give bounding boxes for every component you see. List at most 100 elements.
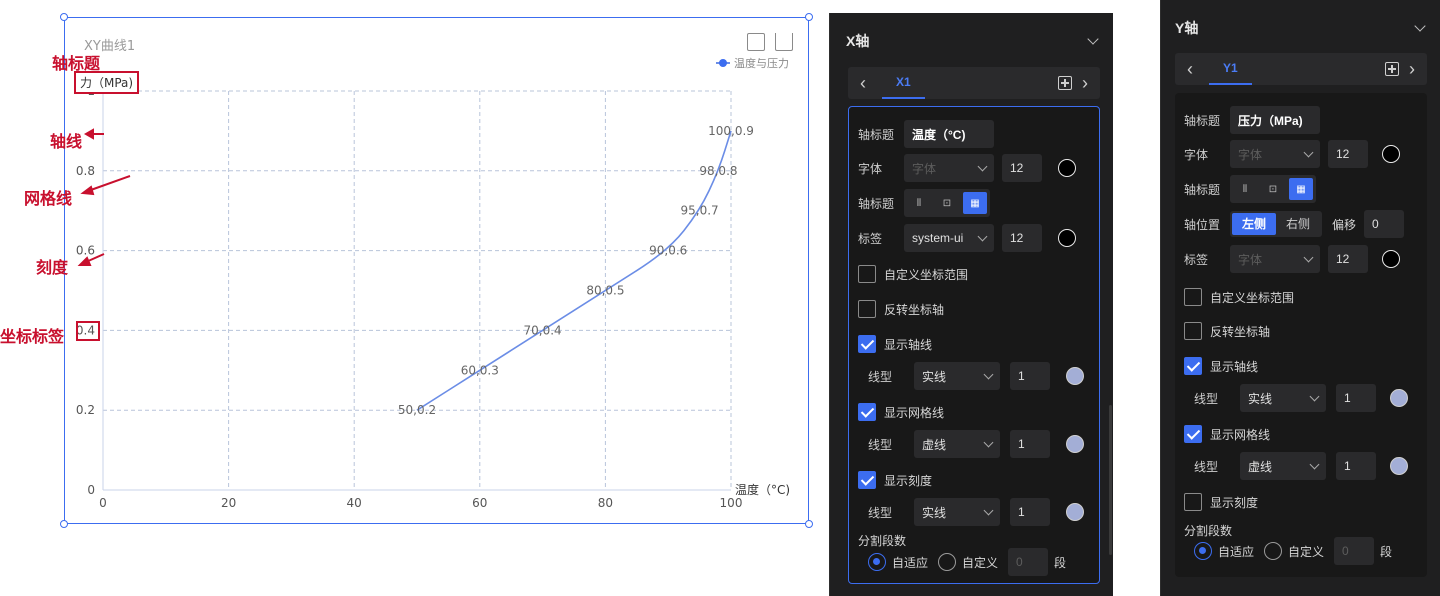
grid-line-type-select[interactable]: 虚线 [914, 430, 1000, 458]
share-icon[interactable] [775, 33, 793, 51]
tag-size-input[interactable]: 12 [1328, 245, 1368, 273]
offset-label: 偏移 [1332, 217, 1357, 232]
custom-radio-label: 自定义 [962, 555, 999, 570]
font-select[interactable]: 字体 [904, 154, 994, 182]
font-color-picker[interactable] [1382, 145, 1400, 163]
grid-line-width-input[interactable]: 1 [1010, 430, 1050, 458]
export-icon[interactable] [747, 33, 765, 51]
show-tick-checkbox[interactable]: 显示刻度 [1184, 493, 1258, 511]
split-count-input[interactable]: 0 [1008, 548, 1049, 576]
show-grid-line-checkbox[interactable]: 显示网格线 [1184, 425, 1270, 443]
offset-input[interactable]: 0 [1364, 210, 1405, 238]
custom-radio[interactable]: 自定义 [938, 553, 998, 571]
checkbox-box[interactable] [1184, 357, 1202, 375]
position-left-button[interactable]: 左侧 [1232, 213, 1277, 235]
chevron-down-icon[interactable] [1414, 20, 1426, 32]
position-center-icon[interactable]: ⊡ [1261, 178, 1285, 200]
show-axis-line-checkbox[interactable]: 显示轴线 [858, 335, 932, 353]
font-select[interactable]: 字体 [1230, 140, 1320, 168]
checkbox-box[interactable] [1184, 322, 1202, 340]
tag-color-picker[interactable] [1058, 229, 1076, 247]
position-left-icon[interactable]: ⫴ [1233, 178, 1257, 200]
position-right-icon[interactable]: ▦ [1289, 178, 1313, 200]
reverse-axis-checkbox[interactable]: 反转坐标轴 [858, 300, 944, 318]
tag-color-picker[interactable] [1382, 250, 1400, 268]
axis-title-input[interactable]: 温度（°C) [904, 120, 994, 148]
chevron-right-icon[interactable]: › [1405, 60, 1419, 78]
show-tick-label: 显示刻度 [1210, 495, 1259, 510]
tick-line-type-select[interactable]: 实线 [914, 498, 1000, 526]
tag-size-input[interactable]: 12 [1002, 224, 1042, 252]
add-axis-icon[interactable] [1385, 62, 1399, 76]
font-select-value: 字体 [1238, 147, 1263, 162]
y-panel-header[interactable]: Y轴 [1161, 8, 1440, 48]
grid-line-type-value: 虚线 [1248, 459, 1273, 474]
show-axis-line-checkbox[interactable]: 显示轴线 [1184, 357, 1258, 375]
position-center-icon[interactable]: ⊡ [935, 192, 959, 214]
grid-line-width-input[interactable]: 1 [1336, 452, 1376, 480]
checkbox-box[interactable] [858, 335, 876, 353]
auto-radio[interactable]: 自适应 [868, 553, 928, 571]
axis-line-width-input[interactable]: 1 [1010, 362, 1050, 390]
x-tick-label: 80 [598, 496, 613, 510]
checkbox-box[interactable] [1184, 493, 1202, 511]
chevron-right-icon[interactable]: › [1078, 74, 1092, 92]
data-label: 60,0.3 [461, 363, 499, 377]
x-axis-title: 温度（°C) [735, 482, 790, 497]
radio-button[interactable] [1194, 542, 1212, 560]
radio-button[interactable] [938, 553, 957, 571]
position-left-icon[interactable]: ⫴ [907, 192, 931, 214]
grid-line-type-select[interactable]: 虚线 [1240, 452, 1326, 480]
grid-line-color-picker[interactable] [1390, 457, 1408, 475]
tab-x1[interactable]: X1 [882, 67, 925, 99]
custom-range-checkbox[interactable]: 自定义坐标范围 [858, 265, 968, 283]
font-size-input[interactable]: 12 [1002, 154, 1042, 182]
axis-line-color-picker[interactable] [1390, 389, 1408, 407]
auto-radio[interactable]: 自适应 [1194, 542, 1254, 560]
tick-line-width-input[interactable]: 1 [1010, 498, 1050, 526]
reverse-axis-checkbox[interactable]: 反转坐标轴 [1184, 322, 1270, 340]
tag-font-select[interactable]: 字体 [1230, 245, 1320, 273]
checkbox-box[interactable] [1184, 288, 1202, 306]
axis-line-type-value: 实线 [1248, 391, 1273, 406]
checkbox-box[interactable] [858, 265, 876, 283]
x-tick-label: 0 [99, 496, 107, 510]
radio-button[interactable] [868, 553, 886, 571]
axis-line-width-input[interactable]: 1 [1336, 384, 1376, 412]
chevron-down-icon[interactable] [1087, 33, 1099, 45]
tag-font-select[interactable]: system-ui [904, 224, 994, 252]
chevron-down-icon [1303, 147, 1314, 157]
axis-line-color-picker[interactable] [1066, 367, 1084, 385]
chevron-left-icon[interactable]: ‹ [856, 74, 870, 92]
axis-title-input[interactable]: 压力（MPa) [1230, 106, 1320, 134]
tick-line-color-picker[interactable] [1066, 503, 1084, 521]
axis-line-type-select[interactable]: 实线 [1240, 384, 1326, 412]
font-size-input[interactable]: 12 [1328, 140, 1368, 168]
split-count-input[interactable]: 0 [1334, 537, 1375, 565]
chevron-down-icon [983, 505, 994, 515]
x-axis-settings-card: 轴标题 温度（°C) 字体 字体 12 轴标题 ⫴ ⊡ ▦ 标签 system-… [848, 106, 1100, 584]
checkbox-box[interactable] [858, 403, 876, 421]
custom-radio[interactable]: 自定义 [1264, 542, 1324, 560]
custom-range-checkbox[interactable]: 自定义坐标范围 [1184, 288, 1294, 306]
data-label: 80,0.5 [586, 284, 624, 298]
grid-line-color-picker[interactable] [1066, 435, 1084, 453]
position-right-button[interactable]: 右侧 [1276, 213, 1320, 235]
font-color-picker[interactable] [1058, 159, 1076, 177]
tag-font-value: 字体 [1238, 252, 1263, 267]
add-axis-icon[interactable] [1058, 76, 1072, 90]
radio-button[interactable] [1264, 542, 1283, 560]
x-panel-scrollbar[interactable] [1109, 405, 1112, 555]
show-grid-line-checkbox[interactable]: 显示网格线 [858, 403, 944, 421]
tab-y1[interactable]: Y1 [1209, 53, 1252, 85]
x-panel-header[interactable]: X轴 [830, 21, 1113, 61]
show-tick-checkbox[interactable]: 显示刻度 [858, 471, 932, 489]
x-tick-label: 60 [472, 496, 487, 510]
position-right-icon[interactable]: ▦ [963, 192, 987, 214]
chevron-left-icon[interactable]: ‹ [1183, 60, 1197, 78]
checkbox-box[interactable] [1184, 425, 1202, 443]
axis-line-type-select[interactable]: 实线 [914, 362, 1000, 390]
annotation-arrows [77, 128, 131, 266]
checkbox-box[interactable] [858, 300, 876, 318]
checkbox-box[interactable] [858, 471, 876, 489]
